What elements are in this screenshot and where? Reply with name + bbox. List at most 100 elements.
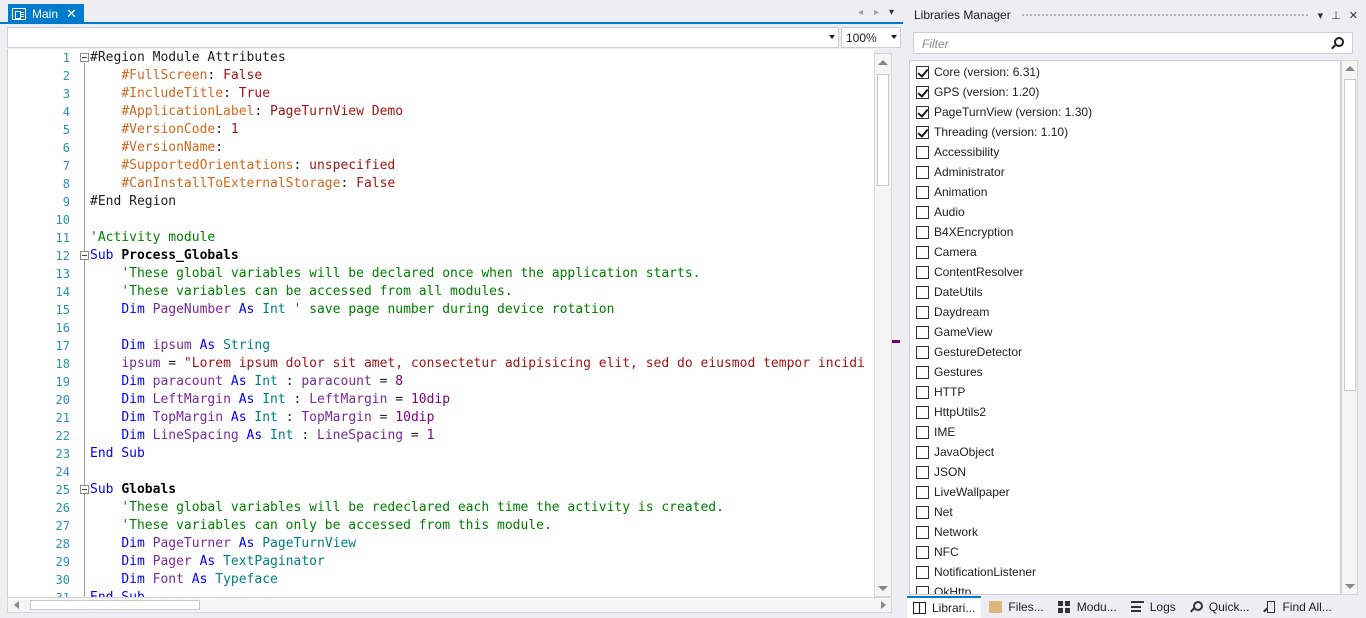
code-line[interactable]: 25 Sub Globals [8,481,874,499]
library-item[interactable]: Threading (version: 1.10) [916,122,1068,142]
library-checkbox[interactable] [916,165,929,179]
code-line[interactable]: 23 End Sub [8,445,874,463]
code-line[interactable]: 31 End Sub [8,589,874,597]
collapse-icon[interactable] [80,485,89,494]
scroll-up-icon[interactable] [878,60,888,65]
collapse-icon[interactable] [80,251,89,260]
library-checkbox[interactable] [916,145,929,159]
bottom-tab[interactable]: Files... [983,596,1049,618]
code-line[interactable]: 27 'These variables can only be accessed… [8,517,874,535]
collapse-icon[interactable] [80,53,89,62]
library-item[interactable]: Core (version: 6.31) [916,62,1040,82]
library-checkbox[interactable] [916,205,929,219]
library-checkbox[interactable] [916,265,929,279]
code-line[interactable]: 5 #VersionCode: 1 [8,121,874,139]
library-checkbox[interactable] [916,185,929,199]
library-item[interactable]: Administrator [916,162,1005,182]
library-item[interactable]: DateUtils [916,282,983,302]
tab-list-dropdown-icon[interactable]: ▾ [889,7,894,18]
code-line[interactable]: 30 Dim Font As Typeface [8,571,874,589]
library-item[interactable]: ContentResolver [916,262,1023,282]
library-item[interactable]: HttpUtils2 [916,402,986,422]
code-line[interactable]: 12 Sub Process_Globals [8,247,874,265]
code-line[interactable]: 22 Dim LineSpacing As Int : LineSpacing … [8,427,874,445]
scroll-down-icon[interactable] [878,586,888,591]
library-checkbox[interactable] [916,445,929,459]
library-item[interactable]: GPS (version: 1.20) [916,82,1039,102]
library-checkbox[interactable] [916,525,929,539]
close-icon[interactable]: ✕ [1349,9,1358,22]
code-line[interactable]: 18 ipsum = "Lorem ipsum dolor sit amet, … [8,355,874,373]
library-checkbox[interactable] [916,225,929,239]
library-checkbox[interactable] [916,325,929,339]
library-checkbox[interactable] [916,305,929,319]
library-item[interactable]: Audio [916,202,965,222]
library-item[interactable]: JavaObject [916,442,994,462]
code-line[interactable]: 14 'These variables can be accessed from… [8,283,874,301]
code-line[interactable]: 28 Dim PageTurner As PageTurnView [8,535,874,553]
library-checkbox[interactable] [916,245,929,259]
library-item[interactable]: HTTP [916,382,965,402]
scroll-up-icon[interactable] [1345,66,1355,71]
code-line[interactable]: 19 Dim paracount As Int : paracount = 8 [8,373,874,391]
library-item[interactable]: B4XEncryption [916,222,1013,242]
code-line[interactable]: 24 [8,463,874,481]
library-checkbox[interactable] [916,545,929,559]
scroll-right-icon[interactable] [881,601,886,609]
code-line[interactable]: 29 Dim Pager As TextPaginator [8,553,874,571]
library-item[interactable]: JSON [916,462,966,482]
code-line[interactable]: 20 Dim LeftMargin As Int : LeftMargin = … [8,391,874,409]
library-item[interactable]: Net [916,502,953,522]
scroll-thumb[interactable] [30,600,200,610]
library-item[interactable]: Gestures [916,362,983,382]
bottom-tab[interactable]: Modu... [1052,596,1123,618]
library-checkbox[interactable] [916,385,929,399]
code-line[interactable]: 4 #ApplicationLabel: PageTurnView Demo [8,103,874,121]
code-editor[interactable]: 1 #Region Module Attributes 2 #FullScreen:… [7,49,874,597]
library-item[interactable]: OkHttp [916,582,971,594]
library-checkbox[interactable] [916,285,929,299]
library-checkbox[interactable] [916,345,929,359]
library-checkbox[interactable] [916,465,929,479]
search-icon[interactable] [1334,37,1344,47]
code-line[interactable]: 17 Dim ipsum As String [8,337,874,355]
code-line[interactable]: 26 'These global variables will be redec… [8,499,874,517]
library-item[interactable]: GameView [916,322,992,342]
library-item[interactable]: Daydream [916,302,989,322]
code-line[interactable]: 21 Dim TopMargin As Int : TopMargin = 10… [8,409,874,427]
library-item[interactable]: Network [916,522,978,542]
library-checkbox[interactable] [916,505,929,519]
library-item[interactable]: NotificationListener [916,562,1036,582]
library-checkbox[interactable] [916,405,929,419]
tab-main[interactable]: Main ✕ [8,4,84,24]
library-checkbox[interactable] [916,105,929,119]
panel-menu-icon[interactable]: ▾ [1318,9,1324,22]
code-line[interactable]: 10 [8,211,874,229]
library-item[interactable]: NFC [916,542,959,562]
code-line[interactable]: 15 Dim PageNumber As Int ' save page num… [8,301,874,319]
bottom-tab[interactable]: Logs [1125,596,1182,618]
library-checkbox[interactable] [916,125,929,139]
library-item[interactable]: IME [916,422,955,442]
library-item[interactable]: GestureDetector [916,342,1022,362]
library-item[interactable]: LiveWallpaper [916,482,1010,502]
scroll-right-icon[interactable]: ▸ [874,7,879,18]
code-line[interactable]: 3 #IncludeTitle: True [8,85,874,103]
code-line[interactable]: 7 #SupportedOrientations: unspecified [8,157,874,175]
scroll-left-icon[interactable]: ◂ [858,7,863,18]
code-line[interactable]: 16 [8,319,874,337]
library-checkbox[interactable] [916,85,929,99]
code-line[interactable]: 8 #CanInstallToExternalStorage: False [8,175,874,193]
library-item[interactable]: Animation [916,182,987,202]
bottom-tab[interactable]: Librari... [907,596,982,618]
editor-vertical-scrollbar[interactable] [874,53,892,597]
code-line[interactable]: 1 #Region Module Attributes [8,49,874,67]
member-dropdown[interactable] [7,27,839,48]
scroll-left-icon[interactable] [14,601,19,609]
scroll-thumb[interactable] [877,74,889,186]
library-item[interactable]: PageTurnView (version: 1.30) [916,102,1092,122]
library-checkbox[interactable] [916,565,929,579]
code-line[interactable]: 11 'Activity module [8,229,874,247]
drag-grip[interactable] [1020,12,1308,18]
scroll-down-icon[interactable] [1345,584,1355,589]
